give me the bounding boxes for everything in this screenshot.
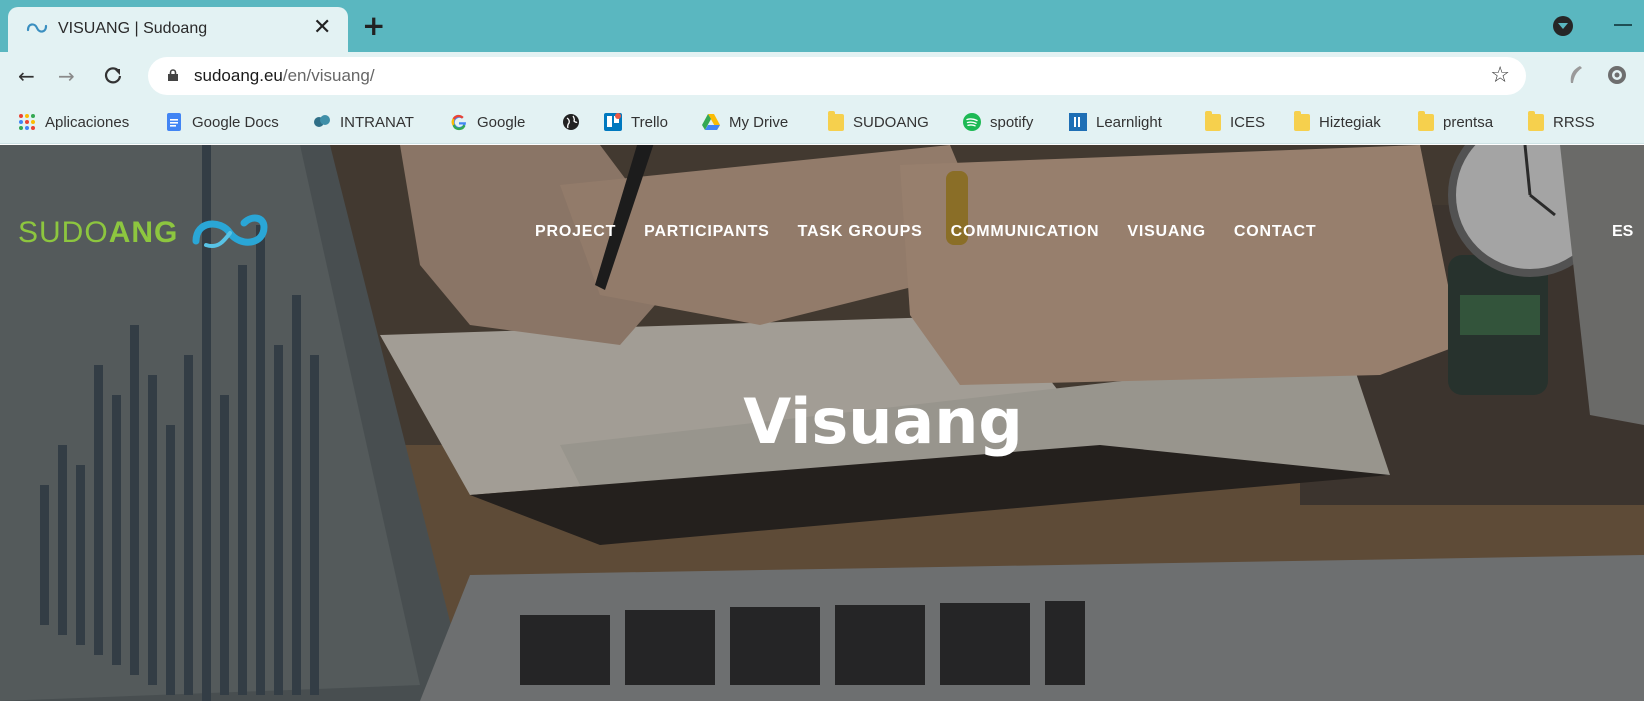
bookmark-label: RRSS (1553, 113, 1595, 131)
bookmark-globe[interactable] (562, 111, 589, 133)
apps-grid-icon (19, 114, 35, 130)
bookmark-spotify[interactable]: spotify (963, 111, 1033, 133)
bookmarks-bar: Aplicaciones Google Docs INTRANAT Google (0, 100, 1644, 144)
bookmark-sudoang[interactable]: SUDOANG (828, 110, 929, 133)
folder-icon (1528, 110, 1544, 131)
bookmark-label: Google (477, 113, 526, 131)
bookmark-label: INTRANAT (340, 113, 414, 131)
back-arrow-icon[interactable]: ← (18, 65, 35, 87)
main-navigation: PROJECT PARTICIPANTS TASK GROUPS COMMUNI… (535, 223, 1316, 241)
extension-feather-icon[interactable] (1566, 64, 1586, 86)
bookmark-label: Aplicaciones (45, 113, 130, 131)
browser-toolbar: ← → sudoang.eu/en/visuang/ ☆ (0, 52, 1644, 100)
google-drive-icon (702, 114, 720, 130)
google-icon (451, 114, 467, 131)
nav-visuang[interactable]: VISUANG (1127, 223, 1206, 241)
bookmark-my-drive[interactable]: My Drive (702, 111, 788, 133)
spotify-icon (963, 113, 981, 131)
sudoang-favicon-icon (26, 23, 48, 33)
logo-text: SUDOANG (18, 216, 178, 250)
bookmark-google[interactable]: Google (450, 111, 525, 133)
google-docs-icon (167, 113, 181, 131)
new-tab-button[interactable]: + (362, 12, 385, 40)
tab-title: VISUANG | Sudoang (58, 20, 208, 37)
hero-section: SUDOANG PROJECT PARTICIPANTS TASK GROUPS… (0, 145, 1644, 701)
close-tab-icon[interactable]: ✕ (313, 16, 331, 40)
bookmark-label: SUDOANG (853, 113, 929, 131)
nav-task-groups[interactable]: TASK GROUPS (798, 223, 923, 241)
reload-icon[interactable] (103, 65, 123, 85)
bookmark-trello[interactable]: Trello (604, 111, 668, 133)
bookmark-learnlight[interactable]: Learnlight (1069, 111, 1162, 133)
folder-icon (1205, 110, 1221, 131)
bookmark-intranat[interactable]: INTRANAT (313, 111, 414, 133)
bookmark-label: Trello (631, 113, 668, 131)
bookmark-label: spotify (990, 113, 1034, 131)
nav-participants[interactable]: PARTICIPANTS (644, 223, 769, 241)
logo-text-light: SUDO (18, 216, 109, 249)
eel-logo-icon (192, 214, 268, 248)
bookmark-rrss[interactable]: RRSS (1528, 110, 1595, 133)
bookmark-label: Learnlight (1096, 113, 1162, 131)
trello-icon (604, 113, 622, 131)
folder-icon (1294, 110, 1310, 131)
intranat-icon (314, 115, 330, 127)
bookmark-ices[interactable]: ICES (1205, 110, 1266, 133)
browser-tab-strip: VISUANG | Sudoang ✕ + (0, 0, 1644, 52)
bookmark-label: Hiztegiak (1319, 113, 1381, 131)
url-path: /en/visuang/ (282, 66, 375, 85)
bookmark-google-docs[interactable]: Google Docs (165, 111, 279, 133)
bookmark-label: prentsa (1443, 113, 1494, 131)
bookmark-star-icon[interactable]: ☆ (1490, 63, 1510, 88)
address-bar[interactable]: sudoang.eu/en/visuang/ ☆ (148, 57, 1526, 95)
minimize-window-button[interactable] (1614, 24, 1632, 26)
profile-menu-icon[interactable] (1553, 16, 1573, 36)
language-switch-es[interactable]: ES (1612, 223, 1633, 241)
bookmark-aplicaciones[interactable]: Aplicaciones (18, 111, 129, 133)
nav-contact[interactable]: CONTACT (1234, 223, 1317, 241)
nav-communication[interactable]: COMMUNICATION (951, 223, 1100, 241)
bookmark-label: My Drive (729, 113, 789, 131)
lock-icon (168, 69, 178, 81)
globe-icon (563, 114, 579, 130)
page-title: Visuang (743, 385, 1023, 458)
extension-circle-icon[interactable] (1606, 64, 1628, 86)
nav-project[interactable]: PROJECT (535, 223, 616, 241)
url-text[interactable]: sudoang.eu/en/visuang/ (194, 66, 375, 86)
bookmark-label: ICES (1230, 113, 1266, 131)
folder-icon (1418, 110, 1434, 131)
url-host: sudoang.eu (194, 66, 283, 85)
bookmark-label: Google Docs (192, 113, 279, 131)
browser-tab-active[interactable]: VISUANG | Sudoang ✕ (8, 7, 348, 52)
logo-text-bold: ANG (108, 216, 179, 249)
forward-arrow-icon[interactable]: → (58, 65, 75, 87)
folder-icon (828, 110, 844, 131)
learnlight-icon (1069, 113, 1087, 131)
bookmark-prentsa[interactable]: prentsa (1418, 110, 1494, 133)
bookmark-hiztegiak[interactable]: Hiztegiak (1294, 110, 1381, 133)
sudoang-logo[interactable]: SUDOANG (18, 213, 270, 253)
